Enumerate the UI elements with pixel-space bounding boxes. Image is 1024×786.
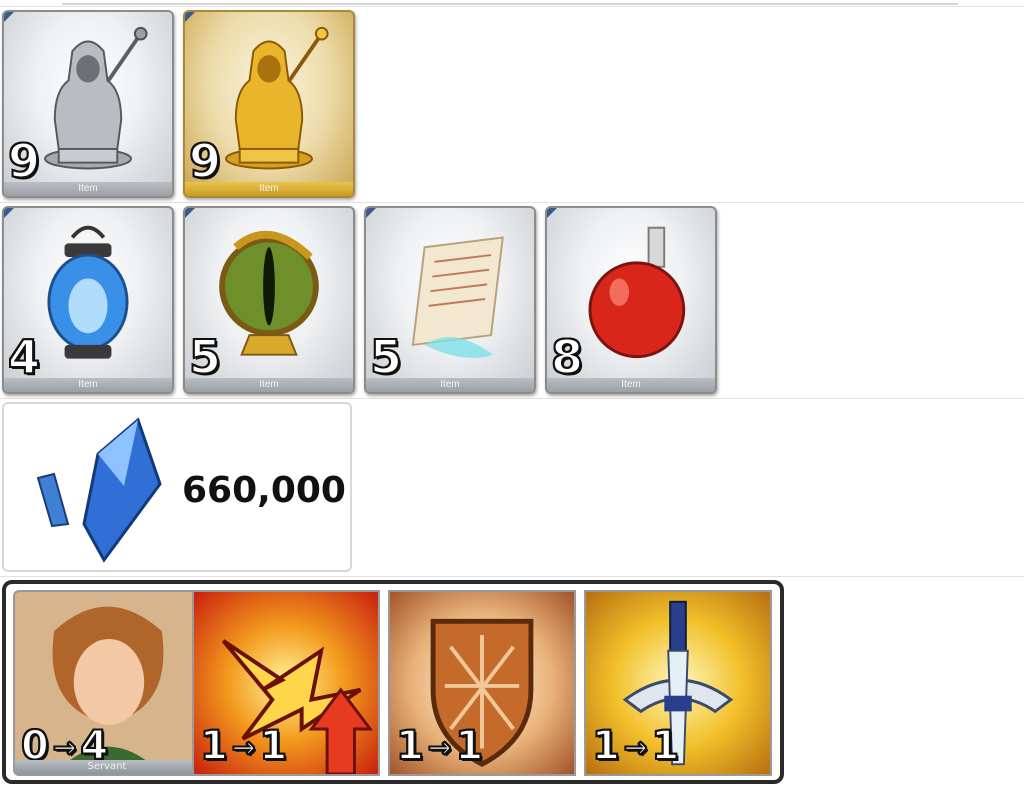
item-label: Item bbox=[185, 182, 353, 196]
level-change: 1 → 1 bbox=[395, 723, 484, 769]
arrow-icon: → bbox=[231, 731, 257, 764]
material-tile-silver-statue[interactable]: 9 Item bbox=[2, 10, 174, 198]
item-label: Item bbox=[185, 378, 353, 392]
material-tile-serpent-eye[interactable]: 5 Item bbox=[183, 206, 355, 394]
item-label: Item bbox=[4, 378, 172, 392]
material-tile-ghost-paper[interactable]: 5 Item bbox=[364, 206, 536, 394]
material-tile-gold-statue[interactable]: 9 Item bbox=[183, 10, 355, 198]
blue-crystal-icon bbox=[36, 417, 162, 563]
level-from: 1 bbox=[199, 723, 229, 769]
level-to: 1 bbox=[454, 723, 484, 769]
level-change: 1 → 1 bbox=[199, 723, 288, 769]
servant-tile[interactable]: 0 → 4 Servant bbox=[13, 590, 201, 776]
item-label: Item bbox=[547, 378, 715, 392]
material-count: 8 bbox=[550, 330, 584, 384]
qp-card[interactable]: 660,000 bbox=[2, 402, 352, 572]
divider bbox=[0, 398, 1024, 399]
level-from: 1 bbox=[591, 723, 621, 769]
servant-label: Servant bbox=[15, 760, 199, 774]
arrow-icon: → bbox=[623, 731, 649, 764]
divider bbox=[0, 6, 1024, 7]
skill-tile-3[interactable]: 1 → 1 bbox=[584, 590, 772, 776]
level-to: 1 bbox=[258, 723, 288, 769]
material-count: 4 bbox=[7, 330, 41, 384]
divider bbox=[0, 576, 1024, 577]
material-tile-potion[interactable]: 8 Item bbox=[545, 206, 717, 394]
level-to: 1 bbox=[650, 723, 680, 769]
arrow-icon: → bbox=[427, 731, 453, 764]
skill-tile-1[interactable]: 1 → 1 bbox=[192, 590, 380, 776]
skill-tile-2[interactable]: 1 → 1 bbox=[388, 590, 576, 776]
divider bbox=[0, 202, 1024, 203]
material-count: 9 bbox=[188, 134, 222, 188]
material-count: 5 bbox=[369, 330, 403, 384]
top-divider bbox=[62, 3, 958, 5]
item-label: Item bbox=[366, 378, 534, 392]
material-tile-lantern[interactable]: 4 Item bbox=[2, 206, 174, 394]
material-count: 9 bbox=[7, 134, 41, 188]
level-change: 1 → 1 bbox=[591, 723, 680, 769]
qp-amount: 660,000 bbox=[182, 470, 346, 511]
material-count: 5 bbox=[188, 330, 222, 384]
level-from: 1 bbox=[395, 723, 425, 769]
item-label: Item bbox=[4, 182, 172, 196]
